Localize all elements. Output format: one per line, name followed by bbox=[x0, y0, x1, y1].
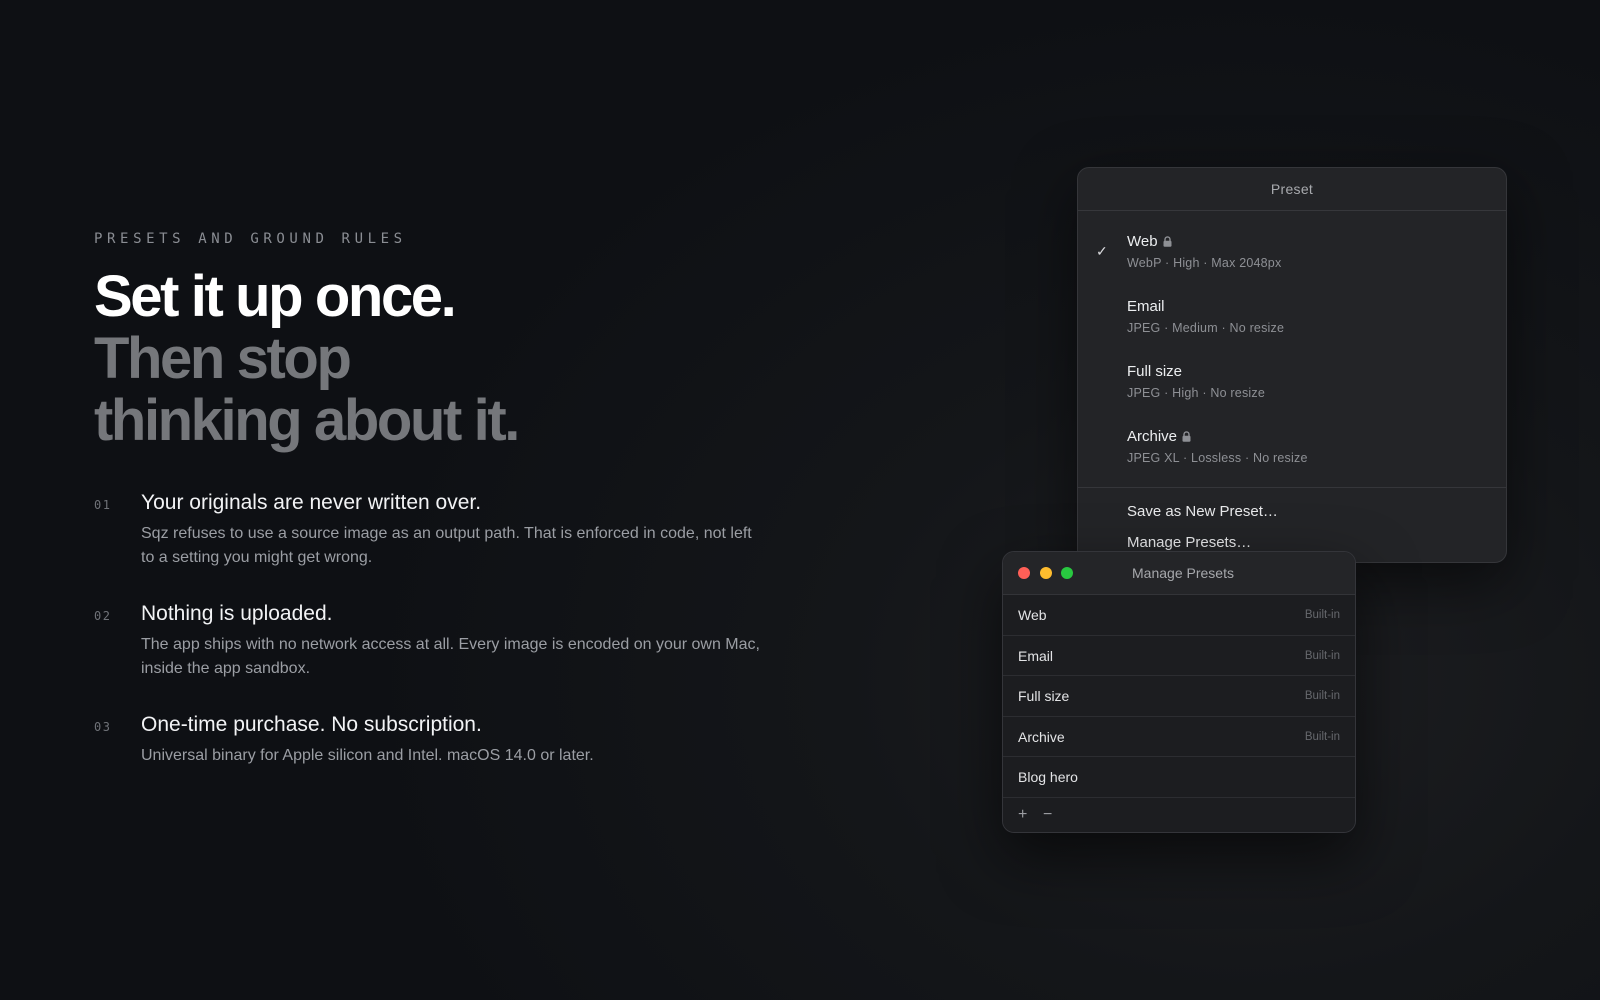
menu-divider bbox=[1078, 487, 1506, 488]
preset-description: JPEG · High · No resize bbox=[1127, 386, 1265, 400]
preset-row-name: Full size bbox=[1018, 688, 1070, 704]
feature-item: 02 Nothing is uploaded. The app ships wi… bbox=[94, 601, 760, 712]
built-in-tag: Built-in bbox=[1304, 649, 1340, 662]
preset-menu-item-web[interactable]: ✓ Web WebP · High · Max 2048px bbox=[1078, 227, 1506, 292]
headline-line-1: Set it up once. bbox=[94, 264, 457, 329]
feature-title: Your originals are never written over. bbox=[141, 491, 482, 514]
feature-number: 01 bbox=[94, 498, 112, 512]
preset-row[interactable]: Blog hero bbox=[1003, 757, 1355, 798]
preset-row-name: Blog hero bbox=[1018, 769, 1078, 785]
preset-row-name: Archive bbox=[1018, 728, 1065, 745]
manage-presets-window: Manage Presets Web Built-in Email Built-… bbox=[1002, 551, 1356, 833]
preset-menu: Preset ✓ Web WebP · High · Max 2048px Em… bbox=[1077, 167, 1507, 563]
lock-icon bbox=[1163, 236, 1172, 247]
preset-menu-list: ✓ Web WebP · High · Max 2048px Email JPE… bbox=[1078, 211, 1506, 552]
remove-preset-button[interactable]: − bbox=[1043, 806, 1052, 824]
lock-icon bbox=[1182, 431, 1191, 442]
window-title: Manage Presets bbox=[1132, 565, 1234, 581]
preset-menu-item-email[interactable]: Email JPEG · Medium · No resize bbox=[1078, 292, 1506, 357]
preset-name: Email bbox=[1127, 298, 1165, 315]
built-in-tag: Built-in bbox=[1304, 690, 1340, 702]
add-preset-button[interactable]: + bbox=[1018, 806, 1027, 824]
preset-row[interactable]: Full size Built-in bbox=[1003, 676, 1355, 717]
preset-description: JPEG XL · Lossless · No resize bbox=[1127, 451, 1308, 465]
feature-title: Nothing is uploaded. bbox=[141, 602, 333, 625]
save-as-new-preset-item[interactable]: Save as New Preset… bbox=[1078, 502, 1506, 521]
feature-item: 01 Your originals are never written over… bbox=[94, 490, 754, 601]
preset-row-name: Email bbox=[1018, 647, 1054, 664]
preset-row-name: Web bbox=[1018, 607, 1047, 623]
feature-list: 01 Your originals are never written over… bbox=[94, 490, 760, 823]
preset-menu-item-archive[interactable]: Archive JPEG XL · Lossless · No resize bbox=[1078, 422, 1506, 487]
headline-line-3: thinking about it. bbox=[94, 388, 520, 453]
window-footer: + − bbox=[1003, 797, 1355, 832]
preset-description: JPEG · Medium · No resize bbox=[1127, 321, 1285, 335]
eyebrow-label: PRESETS AND GROUND RULES bbox=[94, 231, 407, 247]
preset-menu-title: Preset bbox=[1078, 168, 1506, 211]
feature-body: The app ships with no network access at … bbox=[141, 636, 760, 677]
preset-row[interactable]: Email Built-in bbox=[1003, 636, 1355, 676]
built-in-tag: Built-in bbox=[1304, 730, 1340, 743]
preset-name: Archive bbox=[1127, 428, 1178, 445]
preset-list: Web Built-in Email Built-in Full size Bu… bbox=[1003, 595, 1355, 798]
feature-body: Sqz refuses to use a source image as an … bbox=[141, 525, 752, 566]
preset-menu-item-full-size[interactable]: Full size JPEG · High · No resize bbox=[1078, 357, 1506, 422]
checkmark-icon: ✓ bbox=[1096, 243, 1108, 259]
built-in-tag: Built-in bbox=[1304, 609, 1340, 621]
headline-line-2: Then stop bbox=[94, 326, 352, 391]
preset-row[interactable]: Web Built-in bbox=[1003, 595, 1355, 636]
window-titlebar: Manage Presets bbox=[1003, 552, 1355, 595]
manage-presets-item[interactable]: Manage Presets… bbox=[1078, 533, 1506, 552]
preset-name: Full size bbox=[1127, 363, 1183, 380]
feature-body: Universal binary for Apple silicon and I… bbox=[141, 747, 594, 764]
preset-row[interactable]: Archive Built-in bbox=[1003, 717, 1355, 757]
feature-item: 03 One-time purchase. No subscription. U… bbox=[94, 712, 754, 823]
preset-name: Web bbox=[1127, 233, 1158, 250]
feature-number: 02 bbox=[94, 609, 112, 623]
headline: Set it up once. Then stop thinking about… bbox=[94, 266, 754, 452]
feature-title: One-time purchase. No subscription. bbox=[141, 713, 482, 736]
preset-description: WebP · High · Max 2048px bbox=[1127, 256, 1282, 270]
feature-number: 03 bbox=[94, 720, 112, 734]
